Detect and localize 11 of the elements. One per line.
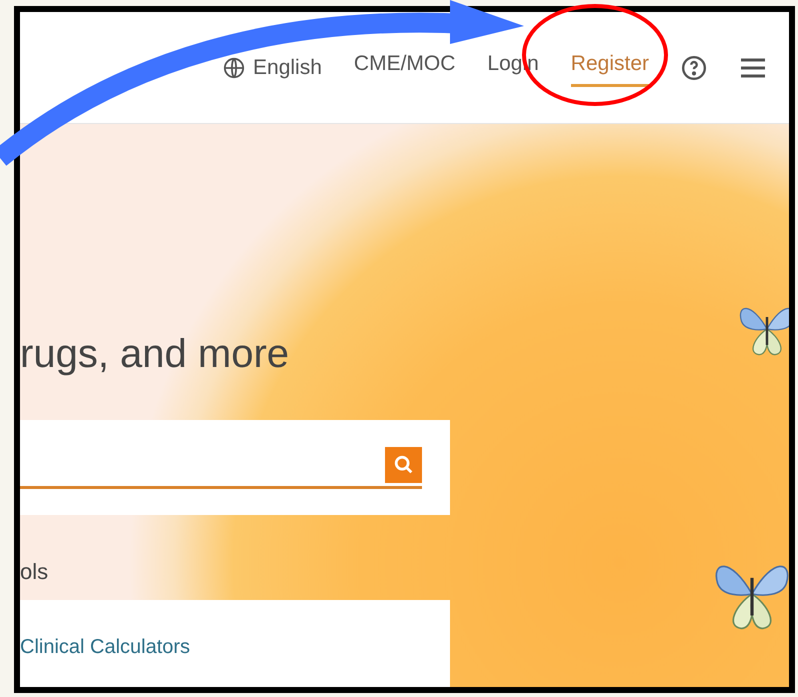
search-icon (392, 454, 414, 476)
search-field[interactable] (20, 446, 422, 488)
help-icon[interactable] (681, 54, 707, 80)
language-link[interactable]: English (223, 52, 322, 84)
menu-icon[interactable] (739, 56, 767, 80)
globe-icon (223, 56, 246, 78)
calculator-link[interactable]: Clinical Calculators (20, 632, 450, 662)
search-button[interactable] (385, 446, 422, 482)
nav-link[interactable]: CME/MOC (354, 48, 456, 87)
section-label: ols (20, 558, 50, 586)
hero-heading: rugs, and more (20, 334, 290, 374)
